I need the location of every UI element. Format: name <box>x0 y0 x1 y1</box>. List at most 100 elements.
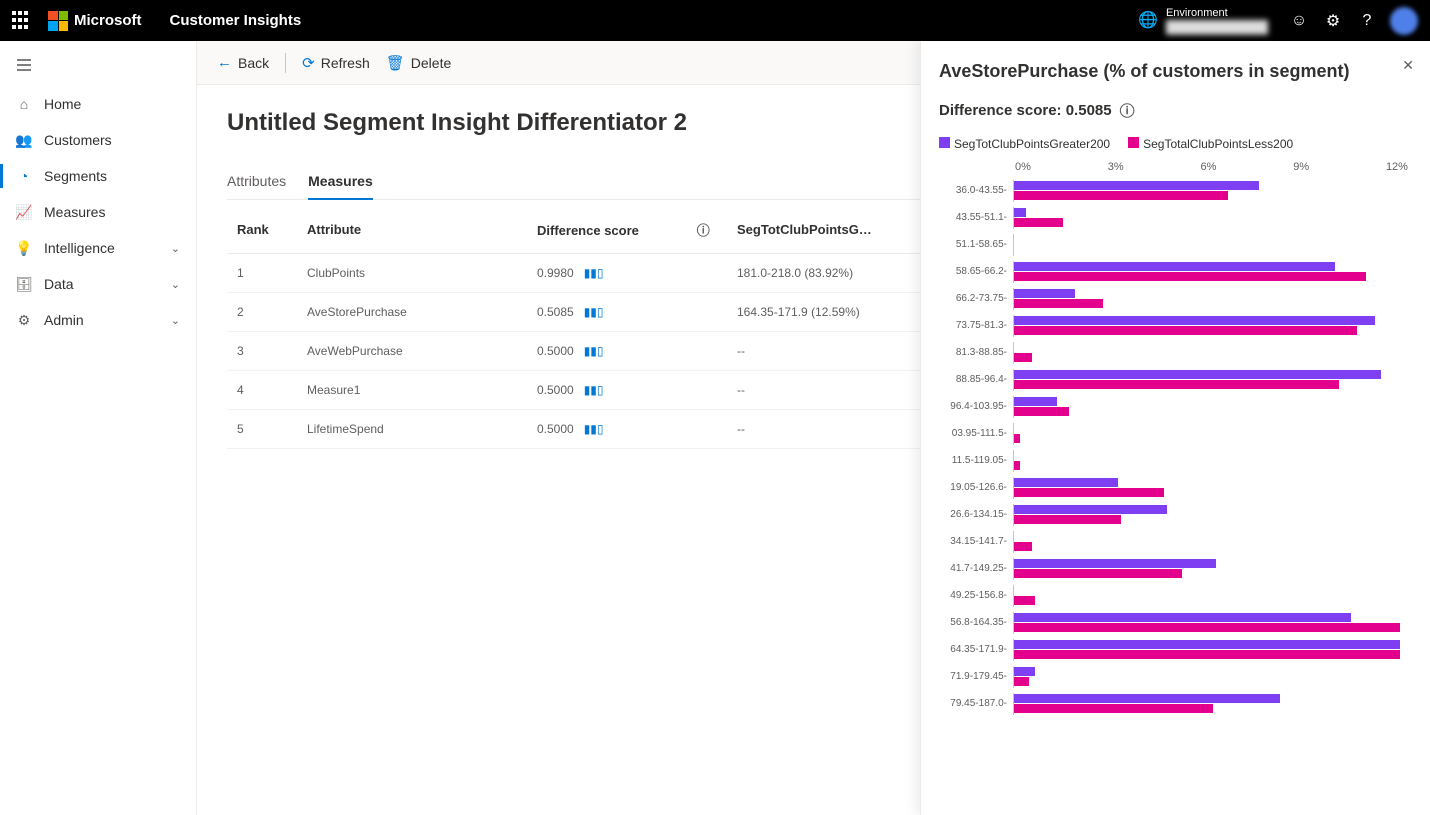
chart-row: 19.05-126.6- <box>939 474 1412 501</box>
cell-rank: 3 <box>227 332 297 371</box>
bar-series-b <box>1014 353 1032 362</box>
sidebar-item-intelligence[interactable]: 💡Intelligence⌄ <box>0 230 196 266</box>
bar-series-a <box>1014 262 1335 271</box>
y-axis-label: 51.1-58.65- <box>939 240 1013 250</box>
chart-row: 56.8-164.35- <box>939 609 1412 636</box>
sidebar-item-home[interactable]: ⌂Home <box>0 86 196 122</box>
bar-chart-icon[interactable]: ▮▮▯ <box>584 344 604 358</box>
bar-chart-icon[interactable]: ▮▮▯ <box>584 383 604 397</box>
bar-series-b <box>1014 434 1020 443</box>
bar-chart-icon[interactable]: ▮▮▯ <box>584 305 604 319</box>
segments-icon: ◔ <box>16 168 32 184</box>
flyout-score-value: 0.5085 <box>1066 102 1112 119</box>
bar-series-a <box>1014 640 1400 649</box>
chevron-down-icon: ⌄ <box>171 278 180 291</box>
back-button[interactable]: ←Back <box>217 54 269 71</box>
cell-rank: 1 <box>227 254 297 293</box>
tab-measures[interactable]: Measures <box>308 165 373 199</box>
info-icon[interactable]: ⓘ <box>697 223 710 238</box>
bar-series-b <box>1014 650 1400 659</box>
y-axis-label: 66.2-73.75- <box>939 294 1013 304</box>
bar-series-b <box>1014 299 1103 308</box>
refresh-button[interactable]: ⟳Refresh <box>302 54 370 72</box>
y-axis-label: 56.8-164.35- <box>939 618 1013 628</box>
info-icon[interactable]: ⓘ <box>1120 100 1135 121</box>
sidebar: ⌂Home👥Customers◔Segments📈Measures💡Intell… <box>0 41 197 815</box>
cell-attribute: AveStorePurchase <box>297 293 527 332</box>
bar-group <box>1013 288 1412 310</box>
cell-score: 0.5085▮▮▯ <box>527 293 727 332</box>
y-axis-label: 81.3-88.85- <box>939 348 1013 358</box>
sidebar-item-label: Admin <box>44 312 84 328</box>
cell-attribute: LifetimeSpend <box>297 410 527 449</box>
chart-row: 81.3-88.85- <box>939 339 1412 366</box>
environment-picker[interactable]: 🌐 Environment ████████████ <box>1138 7 1268 35</box>
bar-series-b <box>1014 704 1213 713</box>
bar-chart-icon[interactable]: ▮▮▯ <box>584 422 604 436</box>
legend-swatch <box>939 137 950 148</box>
bar-group <box>1013 261 1412 283</box>
y-axis-label: 43.55-51.1- <box>939 213 1013 223</box>
environment-name: ████████████ <box>1166 20 1268 34</box>
y-axis-label: 96.4-103.95- <box>939 402 1013 412</box>
axis-tick: 3% <box>1108 161 1124 173</box>
sidebar-item-admin[interactable]: ⚙Admin⌄ <box>0 302 196 338</box>
bar-group <box>1013 612 1412 634</box>
axis-tick: 6% <box>1200 161 1216 173</box>
bar-series-b <box>1014 326 1357 335</box>
bar-chart-icon[interactable]: ▮▮▯ <box>584 266 604 280</box>
chart-row: 96.4-103.95- <box>939 393 1412 420</box>
close-button[interactable]: ✕ <box>1402 57 1414 74</box>
hamburger-button[interactable] <box>0 47 196 86</box>
col-score-header[interactable]: Difference score ⓘ <box>527 206 727 254</box>
feedback-icon[interactable]: ☺ <box>1282 4 1316 38</box>
cell-rank: 5 <box>227 410 297 449</box>
axis-tick: 12% <box>1386 161 1408 173</box>
col-score-label: Difference score <box>537 223 639 238</box>
chart-row: 43.55-51.1- <box>939 204 1412 231</box>
sidebar-item-measures[interactable]: 📈Measures <box>0 194 196 230</box>
bar-series-b <box>1014 461 1020 470</box>
sidebar-item-segments[interactable]: ◔Segments <box>0 158 196 194</box>
data-icon: 🗄 <box>16 276 32 292</box>
bar-series-a <box>1014 505 1167 514</box>
bar-group <box>1013 477 1412 499</box>
bar-series-a <box>1014 289 1075 298</box>
chart-row: 51.1-58.65- <box>939 231 1412 258</box>
sidebar-item-label: Home <box>44 96 81 112</box>
bar-series-a <box>1014 559 1216 568</box>
col-rank-header[interactable]: Rank <box>227 206 297 254</box>
bar-group <box>1013 234 1412 256</box>
bar-series-b <box>1014 515 1121 524</box>
app-launcher-icon[interactable] <box>12 11 32 31</box>
bar-series-b <box>1014 407 1069 416</box>
details-flyout: ✕ AveStorePurchase (% of customers in se… <box>920 41 1430 815</box>
bar-series-a <box>1014 370 1381 379</box>
bulb-icon: 💡 <box>16 240 32 256</box>
sidebar-item-customers[interactable]: 👥Customers <box>0 122 196 158</box>
refresh-label: Refresh <box>321 55 370 71</box>
bar-group <box>1013 396 1412 418</box>
chart-row: 58.65-66.2- <box>939 258 1412 285</box>
settings-icon[interactable]: ⚙ <box>1316 4 1350 38</box>
y-axis-label: 26.6-134.15- <box>939 510 1013 520</box>
chart-row: 26.6-134.15- <box>939 501 1412 528</box>
main-area: ←Back ⟳Refresh 🗑Delete Untitled Segment … <box>197 41 1430 815</box>
delete-button[interactable]: 🗑Delete <box>386 54 452 72</box>
bar-group <box>1013 585 1412 607</box>
bar-series-a <box>1014 397 1057 406</box>
bar-group <box>1013 531 1412 553</box>
flyout-score: Difference score: 0.5085 ⓘ <box>939 100 1412 121</box>
y-axis-label: 64.35-171.9- <box>939 645 1013 655</box>
sidebar-item-data[interactable]: 🗄Data⌄ <box>0 266 196 302</box>
col-attribute-header[interactable]: Attribute <box>297 206 527 254</box>
trash-icon: 🗑 <box>386 54 405 72</box>
tab-attributes[interactable]: Attributes <box>227 165 286 199</box>
bar-group <box>1013 207 1412 229</box>
gear-icon: ⚙ <box>16 312 32 328</box>
y-axis-label: 73.75-81.3- <box>939 321 1013 331</box>
avatar[interactable] <box>1390 7 1418 35</box>
microsoft-logo-icon <box>48 11 68 31</box>
bar-series-a <box>1014 694 1280 703</box>
help-icon[interactable]: ? <box>1350 4 1384 38</box>
